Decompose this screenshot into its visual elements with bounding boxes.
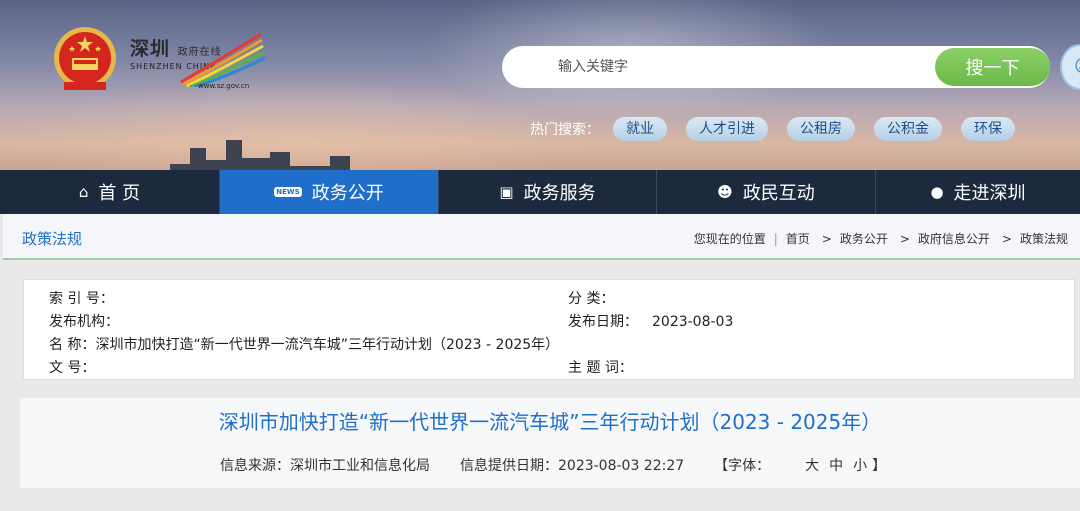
breadcrumb-gov-affairs[interactable]: 政务公开 [840, 230, 888, 247]
hot-tag-housing-fund[interactable]: 公积金 [874, 117, 942, 141]
nav-interaction[interactable]: ☻ 政民互动 [657, 170, 876, 214]
accessibility-icon[interactable]: ☺ [1060, 44, 1080, 90]
logo-cn: 深圳 [130, 38, 171, 60]
section-title[interactable]: 政策法规 [22, 228, 82, 249]
hot-tag-talent[interactable]: 人才引进 [686, 117, 768, 141]
main-nav: ⌂ 首 页 NEWS 政务公开 ▣ 政务服务 ☻ 政民互动 ● 走进深圳 [0, 170, 1080, 214]
search-box: 搜一下 [502, 46, 1050, 88]
nav-gov-services[interactable]: ▣ 政务服务 [439, 170, 657, 214]
hot-tag-jobs[interactable]: 就业 [613, 117, 667, 141]
hot-tag-public-housing[interactable]: 公租房 [787, 117, 855, 141]
document-title-block: 深圳市加快打造“新一代世界一流汽车城”三年行动计划（2023 - 2025年） … [20, 398, 1080, 488]
info-source: 信息来源：深圳市工业和信息化局 [220, 458, 430, 474]
meta-category: 分 类： [568, 291, 615, 307]
nav-home[interactable]: ⌂ 首 页 [0, 170, 220, 214]
font-small-button[interactable]: 小 [853, 458, 867, 474]
breadcrumb-gov-info[interactable]: 政府信息公开 [918, 230, 990, 247]
document-meta: 索 引 号： 分 类： 发布机构： 发布日期： 2023-08-03 名 称：深圳… [23, 279, 1075, 380]
nav-home-label: 首 页 [98, 183, 141, 204]
info-provided-date: 信息提供日期：2023-08-03 22:27 [460, 458, 685, 474]
rainbow-logo-icon [180, 32, 266, 87]
hot-tag-environment[interactable]: 环保 [961, 117, 1015, 141]
font-size-controls: 【字体：大中小】 [714, 458, 887, 474]
breadcrumb: 您现在的位置 | 首页 > 政务公开 > 政府信息公开 > 政策法规 [693, 230, 1068, 247]
font-medium-button[interactable]: 中 [829, 458, 843, 474]
header-banner: 深圳 政府在线 SHENZHEN CHINA www.sz.gov.cn 搜一下… [0, 0, 1080, 170]
nav-gov-services-label: 政务服务 [523, 183, 596, 204]
meta-date: 发布日期： 2023-08-03 [568, 314, 734, 330]
search-input[interactable] [542, 46, 922, 88]
meta-name: 名 称：深圳市加快打造“新一代世界一流汽车城”三年行动计划（2023 - 202… [49, 337, 560, 353]
meta-org: 发布机构： [49, 314, 119, 330]
monitor-icon: ▣ [499, 183, 514, 201]
news-icon: NEWS [274, 187, 302, 197]
home-icon: ⌂ [78, 183, 89, 201]
nav-gov-affairs[interactable]: NEWS 政务公开 [220, 170, 439, 214]
logo-url: www.sz.gov.cn [198, 82, 250, 90]
font-large-button[interactable]: 大 [805, 458, 819, 474]
breadcrumb-prefix: 您现在的位置 [693, 232, 766, 246]
nav-about-shenzhen[interactable]: ● 走进深圳 [876, 170, 1080, 214]
hot-search: 热门搜索： 就业 人才引进 公租房 公积金 环保 [530, 117, 1034, 141]
document-title: 深圳市加快打造“新一代世界一流汽车城”三年行动计划（2023 - 2025年） [218, 410, 882, 434]
document-info: 信息来源：深圳市工业和信息化局 信息提供日期：2023-08-03 22:27 … [220, 455, 946, 475]
meta-subject: 主 题 词： [568, 360, 633, 376]
search-button[interactable]: 搜一下 [935, 48, 1050, 86]
nav-interaction-label: 政民互动 [742, 183, 815, 204]
nav-about-shenzhen-label: 走进深圳 [953, 183, 1026, 204]
meta-index: 索 引 号： [49, 291, 114, 307]
breadcrumb-home[interactable]: 首页 [786, 230, 810, 247]
breadcrumb-policy[interactable]: 政策法规 [1020, 230, 1068, 247]
people-icon: ☻ [717, 183, 733, 201]
national-emblem-icon [54, 27, 116, 90]
breadcrumb-bar: 政策法规 您现在的位置 | 首页 > 政务公开 > 政府信息公开 > 政策法规 [3, 214, 1080, 260]
nav-gov-affairs-label: 政务公开 [311, 183, 384, 204]
chat-icon: ● [930, 183, 944, 201]
hot-search-label: 热门搜索： [530, 122, 600, 138]
meta-docno: 文 号： [49, 360, 96, 376]
